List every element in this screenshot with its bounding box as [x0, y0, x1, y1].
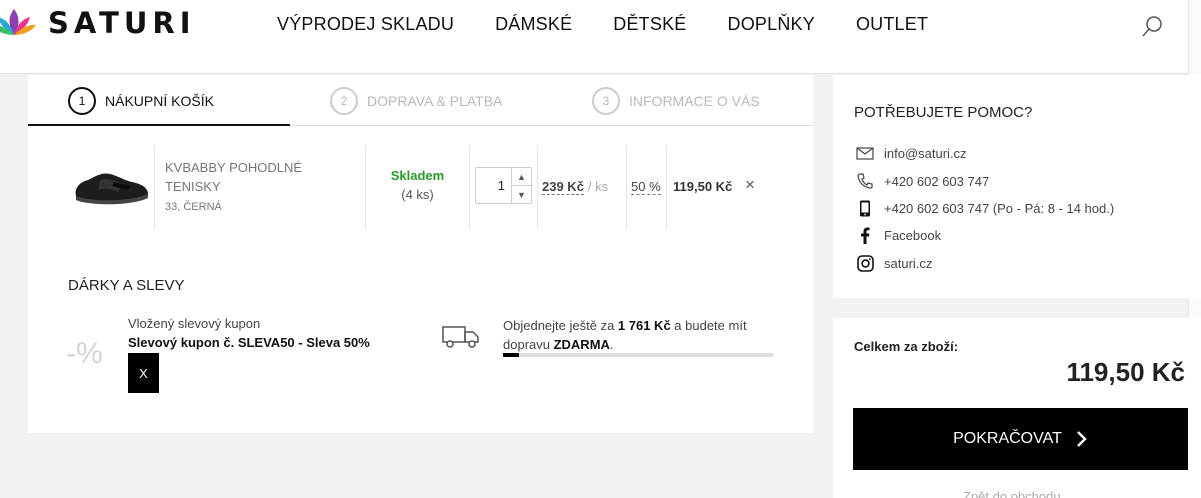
column-divider [537, 146, 538, 228]
order-summary: Celkem za zboží: 119,50 Kč POKRAČOVAT Zp… [833, 318, 1201, 498]
help-phone[interactable]: +420 602 603 747 [854, 172, 989, 190]
step-number: 2 [330, 87, 358, 115]
help-mobile-text: +420 602 603 747 (Po - Pá: 8 - 14 hod.) [884, 200, 1115, 216]
step-cart[interactable]: 1 NÁKUPNÍ KOŠÍK [68, 87, 214, 115]
stock-status: Skladem [390, 168, 445, 183]
column-divider [365, 146, 366, 228]
checkout-steps: 1 NÁKUPNÍ KOŠÍK 2 DOPRAVA & PLATBA 3 INF… [28, 75, 813, 126]
brand-logo[interactable]: SATURI [0, 4, 196, 42]
lotus-logo-icon [0, 9, 36, 35]
nav-damske[interactable]: DÁMSKÉ [495, 14, 572, 35]
per-unit-label: / ks [587, 179, 609, 194]
mobile-icon [854, 199, 876, 217]
mail-icon [854, 144, 876, 162]
help-instagram-text: saturi.cz [884, 255, 933, 271]
help-email[interactable]: info@saturi.cz [854, 144, 967, 162]
phone-icon [854, 172, 876, 190]
step-shipping[interactable]: 2 DOPRAVA & PLATBA [330, 87, 502, 115]
quantity-increase-button[interactable]: ▲ [511, 168, 531, 186]
help-facebook-text: Facebook [884, 227, 942, 243]
discount-percent-icon: -% [66, 337, 103, 370]
quantity-stepper[interactable]: 1 ▲ ▼ [475, 167, 532, 204]
column-divider [154, 146, 155, 228]
step-number: 3 [592, 87, 620, 115]
help-instagram[interactable]: saturi.cz [854, 254, 932, 272]
help-mobile[interactable]: +420 602 603 747 (Po - Pá: 8 - 14 hod.) [854, 199, 1114, 217]
summary-label: Celkem za zboží: [854, 339, 959, 354]
stock-info: Skladem (4 ks) [367, 168, 468, 202]
help-panel: POTŘEBUJETE POMOC? info@saturi.cz +420 6… [833, 75, 1201, 298]
unit-price: 239 Kč / ks [542, 179, 609, 195]
product-image[interactable] [70, 166, 152, 208]
unit-price-value: 239 Kč [542, 179, 584, 195]
truck-icon [442, 326, 479, 348]
main-nav: VÝPRODEJ SKLADU DÁMSKÉ DĚTSKÉ DOPLŇKY OU… [277, 14, 969, 35]
remove-item-button[interactable]: × [745, 175, 755, 195]
coupon-name: Slevový kupon č. SLEVA50 - Sleva 50% [128, 335, 370, 350]
instagram-icon [854, 254, 876, 272]
search-icon[interactable] [1141, 14, 1165, 43]
step-label: INFORMACE O VÁS [629, 93, 760, 109]
nav-outlet[interactable]: OUTLET [856, 14, 928, 35]
column-divider [626, 146, 627, 228]
cart-item-row: KVBABBY POHODLNÉ TENISKY 33, ČERNÁ Sklad… [28, 146, 813, 228]
site-header: SATURI VÝPRODEJ SKLADU DÁMSKÉ DĚTSKÉ DOP… [0, 0, 1201, 74]
help-facebook[interactable]: Facebook [854, 226, 941, 244]
help-phone-text: +420 602 603 747 [884, 173, 990, 189]
step-info[interactable]: 3 INFORMACE O VÁS [592, 87, 760, 115]
shipping-post: . [609, 337, 614, 352]
shipping-free: ZDARMA [553, 337, 610, 352]
help-email-text: info@saturi.cz [884, 145, 967, 161]
active-step-underline [28, 124, 290, 126]
continue-button[interactable]: POKRAČOVAT [853, 408, 1188, 470]
summary-total: 119,50 Kč [1066, 357, 1185, 387]
shipping-pre: Objednejte ještě za [503, 318, 618, 333]
quantity-decrease-button[interactable]: ▼ [511, 186, 531, 204]
step-label: NÁKUPNÍ KOŠÍK [105, 93, 214, 109]
quantity-value[interactable]: 1 [498, 178, 505, 193]
free-shipping-progress [503, 353, 773, 357]
nav-vyprodej[interactable]: VÝPRODEJ SKLADU [277, 14, 454, 35]
gifts-title: DÁRKY A SLEVY [68, 277, 185, 294]
back-to-shop-link[interactable]: Zpět do obchodu [963, 489, 1061, 498]
brand-name: SATURI [48, 6, 196, 40]
shipping-amount: 1 761 Kč [617, 318, 671, 333]
step-number: 1 [68, 87, 96, 115]
free-shipping-text: Objednejte ještě za 1 761 Kč a budete mí… [503, 316, 778, 354]
continue-label: POKRAČOVAT [953, 430, 1062, 447]
cart-card: 1 NÁKUPNÍ KOŠÍK 2 DOPRAVA & PLATBA 3 INF… [28, 75, 813, 433]
stock-count: (4 ks) [401, 187, 434, 202]
discount-value: 50 % [631, 179, 661, 195]
free-shipping-progress-fill [503, 353, 520, 357]
chevron-right-icon [1077, 431, 1087, 447]
column-divider [666, 146, 667, 228]
facebook-icon [854, 226, 876, 244]
nav-detske[interactable]: DĚTSKÉ [613, 14, 686, 35]
help-title: POTŘEBUJETE POMOC? [854, 104, 1033, 121]
step-label: DOPRAVA & PLATBA [367, 93, 503, 109]
coupon-label: Vložený slevový kupon [128, 316, 261, 331]
product-name[interactable]: KVBABBY POHODLNÉ TENISKY [165, 158, 325, 196]
item-total: 119,50 Kč [673, 179, 733, 194]
product-variant: 33, ČERNÁ [165, 201, 222, 213]
remove-coupon-button[interactable]: X [128, 353, 159, 393]
nav-doplnky[interactable]: DOPLŇKY [728, 14, 815, 35]
column-divider [469, 146, 470, 228]
